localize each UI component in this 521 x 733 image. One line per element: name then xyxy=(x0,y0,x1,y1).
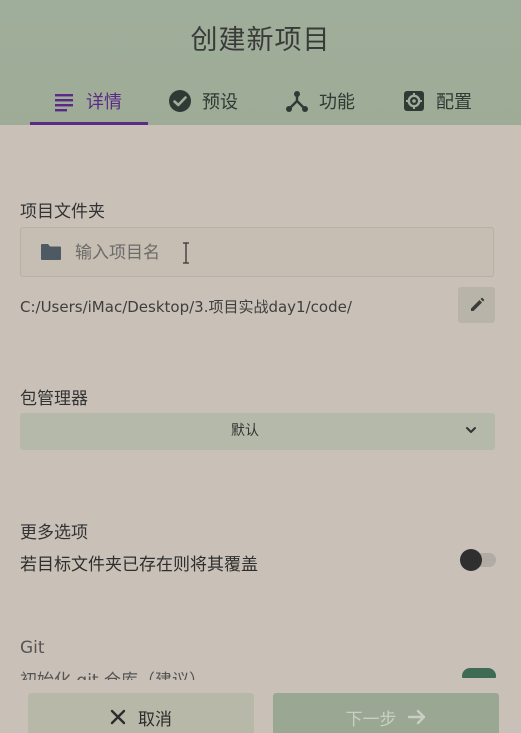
tab-features[interactable]: 功能 xyxy=(285,80,355,122)
project-name-input[interactable] xyxy=(73,228,477,278)
tab-features-label: 功能 xyxy=(319,92,355,113)
close-icon xyxy=(110,709,126,725)
cancel-button[interactable]: 取消 xyxy=(28,693,254,733)
tab-bar: 详情 预设 功能 配置 xyxy=(0,80,521,125)
tab-presets-label: 预设 xyxy=(202,92,238,113)
create-project-page: 创建新项目 详情 预设 功能 配置 项目文件夹 输入项目名 C:/Users/i… xyxy=(0,0,521,733)
tab-details-label: 详情 xyxy=(86,92,122,113)
text-cursor-icon xyxy=(183,242,189,264)
overwrite-toggle[interactable] xyxy=(460,549,496,571)
footer-actions: 取消 下一步 xyxy=(0,685,521,733)
package-manager-label: 包管理器 xyxy=(20,389,88,409)
package-manager-select[interactable]: 默认 xyxy=(20,413,495,450)
package-manager-value: 默认 xyxy=(231,423,259,439)
active-tab-indicator xyxy=(30,122,148,125)
arrow-right-icon xyxy=(407,709,425,725)
git-section-label: Git xyxy=(20,638,45,658)
next-button[interactable]: 下一步 xyxy=(273,693,499,733)
cancel-button-label: 取消 xyxy=(138,709,172,730)
list-icon xyxy=(55,94,73,112)
tab-config[interactable]: 配置 xyxy=(402,80,472,122)
tab-details[interactable]: 详情 xyxy=(52,80,122,122)
git-init-label: 初始化 git 仓库（建议） xyxy=(20,666,206,680)
pencil-icon xyxy=(471,297,485,311)
git-init-toggle[interactable] xyxy=(462,668,496,678)
chevron-down-icon xyxy=(466,427,476,433)
git-init-toggle-track xyxy=(462,668,496,678)
gear-icon xyxy=(404,91,424,111)
header: 创建新项目 详情 预设 功能 配置 xyxy=(0,0,521,125)
folder-icon xyxy=(41,244,61,260)
check-circle-icon xyxy=(169,90,191,112)
tab-config-label: 配置 xyxy=(436,92,472,113)
project-folder-label: 项目文件夹 xyxy=(20,202,105,222)
tab-presets[interactable]: 预设 xyxy=(168,80,238,122)
edit-path-button[interactable] xyxy=(458,287,495,323)
project-name-field[interactable] xyxy=(20,227,494,278)
more-options-label: 更多选项 xyxy=(20,523,88,543)
page-title: 创建新项目 xyxy=(190,25,331,56)
git-init-row: 初始化 git 仓库（建议） xyxy=(20,666,480,680)
overwrite-toggle-knob xyxy=(460,549,482,571)
next-button-label: 下一步 xyxy=(345,709,397,730)
project-path: C:/Users/iMac/Desktop/3.项目实战day1/code/ xyxy=(20,298,352,316)
fork-icon xyxy=(286,91,308,112)
overwrite-label: 若目标文件夹已存在则将其覆盖 xyxy=(20,555,258,575)
